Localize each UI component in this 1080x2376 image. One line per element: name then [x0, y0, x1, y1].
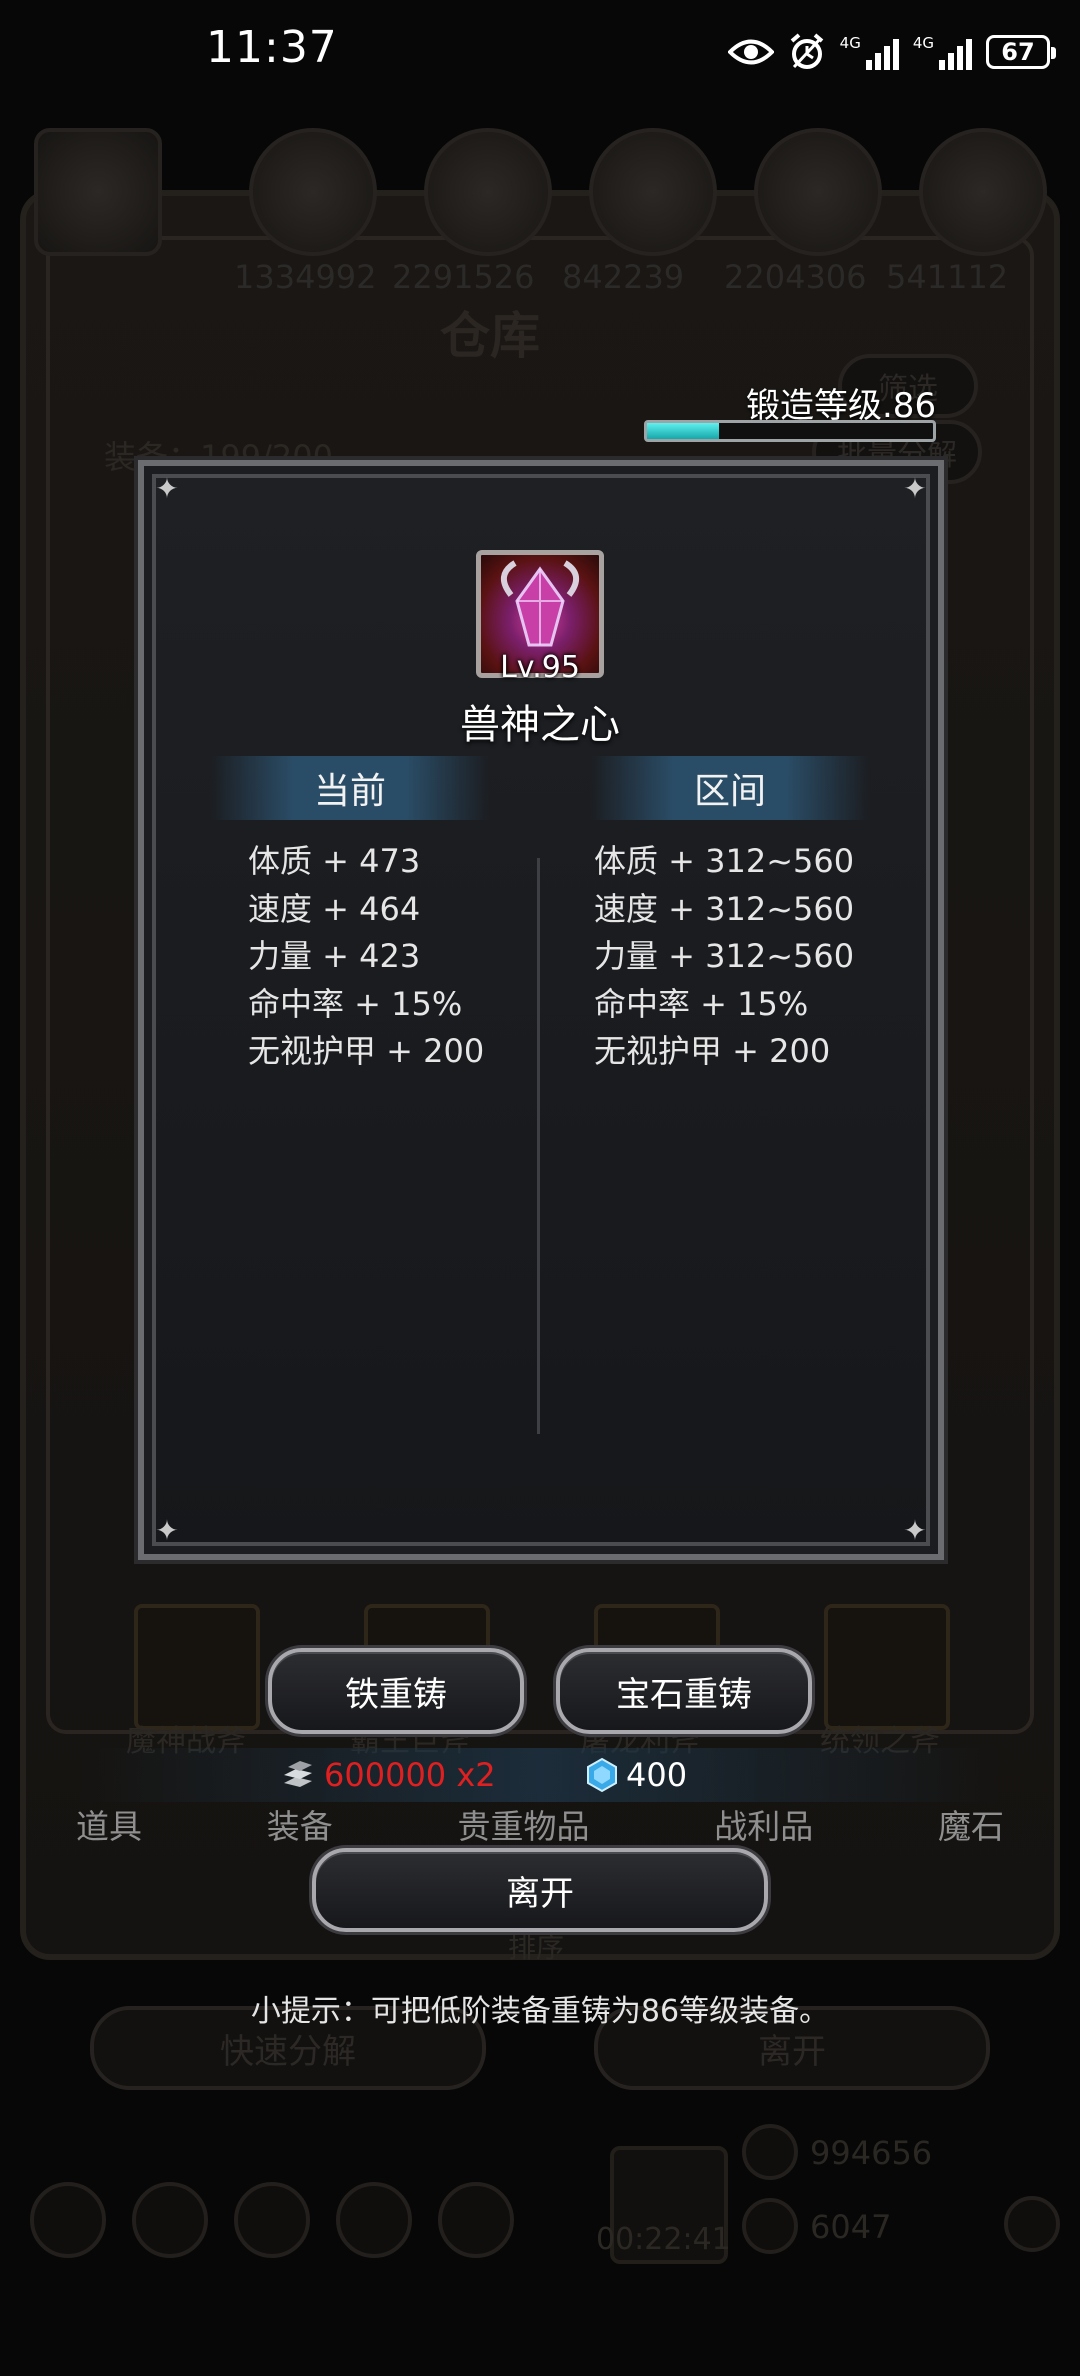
signal-icon: 4G: [840, 34, 899, 70]
battery-icon: 67: [986, 35, 1056, 69]
list-item: 力量 + 312~560: [594, 937, 855, 975]
item-slot[interactable]: [824, 1604, 950, 1730]
list-item: 无视护甲 + 200: [248, 1032, 485, 1070]
menu-button[interactable]: [132, 2182, 208, 2258]
iron-cost: 600000 x2: [280, 1752, 496, 1798]
current-stats-list: 体质 + 473 速度 + 464 力量 + 423 命中率 + 15% 无视护…: [248, 838, 484, 1076]
leave-button[interactable]: 离开: [312, 1848, 768, 1932]
list-item: 命中率 + 15%: [594, 984, 809, 1023]
corner-ornament-icon: ✦: [903, 1514, 927, 1547]
resource-bar: 1334992 2291526 842239 2204306 541112: [24, 110, 1054, 296]
player-avatar: [34, 128, 162, 256]
sort-label[interactable]: 排序: [508, 1926, 564, 1966]
menu-button[interactable]: [30, 2182, 106, 2258]
add-icon[interactable]: [1004, 2196, 1060, 2252]
list-item: 速度 + 312~560: [594, 889, 855, 928]
timer: 00:22:41: [596, 2222, 731, 2257]
gold-icon: [742, 2124, 798, 2180]
warehouse-title: 仓库: [440, 307, 540, 365]
resource-slot: [919, 128, 1047, 256]
gem-recast-button[interactable]: 宝石重铸: [556, 1648, 812, 1734]
corner-ornament-icon: ✦: [155, 1514, 179, 1547]
tab-items[interactable]: 道具: [76, 1800, 142, 1848]
item-level: Lv.95: [500, 650, 580, 685]
item-name: 兽神之心: [460, 702, 620, 748]
alarm-icon: [790, 33, 823, 69]
range-stats-list: 体质 + 312~560 速度 + 312~560 力量 + 312~560 命…: [594, 838, 854, 1076]
list-item: 命中率 + 15%: [248, 984, 463, 1023]
tab-magic-stones[interactable]: 魔石: [938, 1800, 1004, 1848]
list-item: 体质 + 473: [248, 842, 421, 880]
list-item: 速度 + 464: [248, 889, 421, 928]
gem-count: 6047: [810, 2208, 892, 2246]
item-slot[interactable]: [134, 1604, 260, 1730]
menu-button[interactable]: [234, 2182, 310, 2258]
tab-equipment[interactable]: 装备: [267, 1800, 333, 1848]
resource-slot: [424, 128, 552, 256]
resource-slot: [589, 128, 717, 256]
menu-button[interactable]: [336, 2182, 412, 2258]
current-column-header: 当前: [210, 756, 490, 820]
status-time: 11:37: [206, 22, 338, 73]
iron-recast-button[interactable]: 铁重铸: [268, 1648, 524, 1734]
iron-cost-amount: 600000 x2: [324, 1756, 496, 1794]
eye-icon: [727, 39, 774, 65]
resource-slot: [754, 128, 882, 256]
status-icons: 4G 4G 67: [727, 30, 1056, 74]
list-item: 无视护甲 + 200: [594, 1032, 831, 1070]
menu-button[interactable]: [438, 2182, 514, 2258]
gem-icon: [742, 2198, 798, 2254]
gem-cost: 400: [584, 1752, 687, 1798]
gem-cost-amount: 400: [626, 1756, 688, 1794]
corner-ornament-icon: ✦: [903, 472, 927, 505]
gem-icon: [587, 1757, 617, 1793]
list-item: 体质 + 312~560: [594, 842, 855, 880]
forge-progress-fill: [647, 423, 719, 439]
list-item: 力量 + 423: [248, 937, 421, 975]
warehouse-tabs: 道具 装备 贵重物品 战利品 魔石: [76, 1800, 1004, 1848]
iron-ingot-icon: [284, 1761, 312, 1787]
corner-ornament-icon: ✦: [155, 472, 179, 505]
column-divider: [537, 858, 540, 1434]
range-column-header: 区间: [590, 756, 870, 820]
gold-count: 994656: [810, 2134, 933, 2172]
forge-progress-bar: [644, 420, 936, 442]
hint-text: 小提示：可把低阶装备重铸为86等级装备。: [250, 1994, 830, 2029]
tab-valuables[interactable]: 贵重物品: [458, 1800, 590, 1848]
cost-strip: [80, 1748, 1000, 1802]
resource-slot: [249, 128, 377, 256]
tab-loot[interactable]: 战利品: [714, 1800, 813, 1848]
signal-icon: 4G: [913, 34, 972, 70]
